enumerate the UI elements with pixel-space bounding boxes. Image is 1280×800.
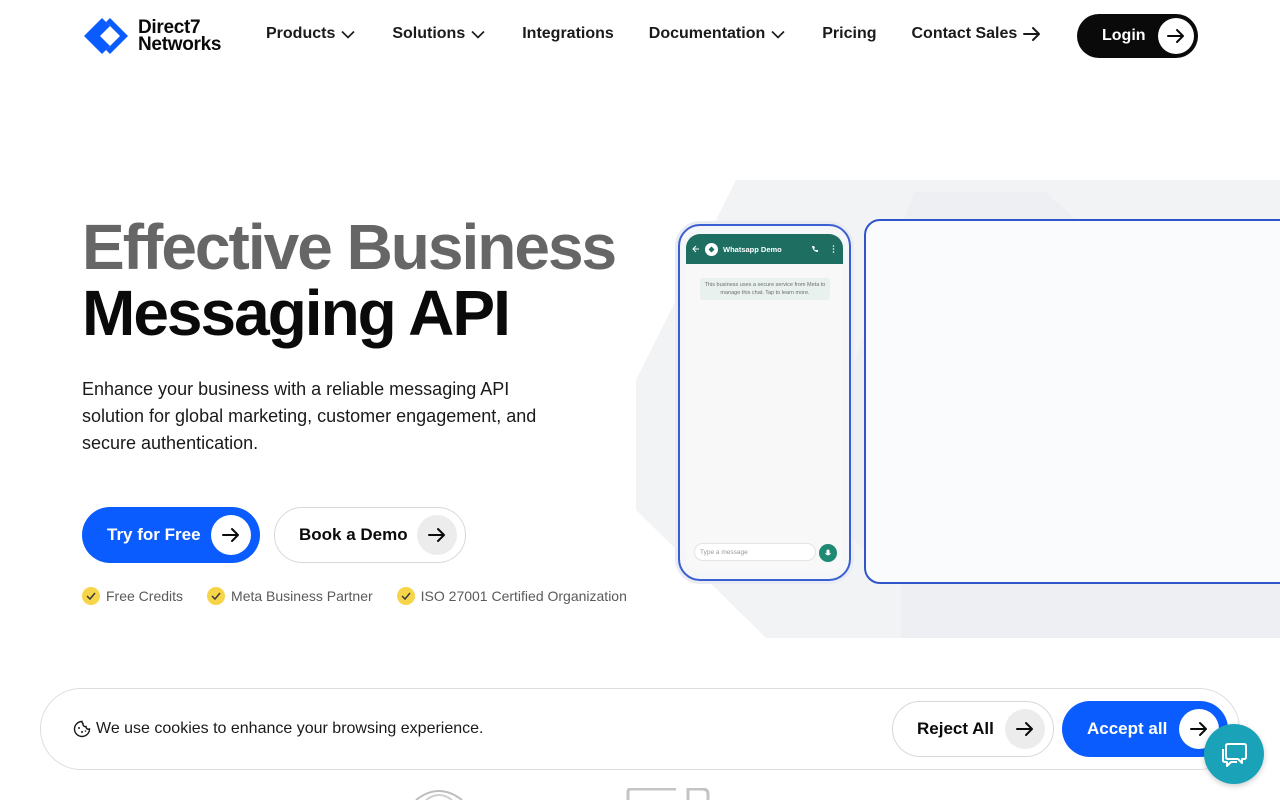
phone-call-icon [812,246,818,252]
contact-sales-label: Contact Sales [911,25,1018,42]
nav-item-label: Integrations [522,25,614,42]
brand-logo[interactable]: Direct7 Networks [82,16,221,56]
accept-all-button[interactable]: Accept all [1062,701,1228,757]
cookie-message: We use cookies to enhance your browsing … [73,720,483,738]
nav-item-documentation[interactable]: Documentation [649,25,785,43]
top-navigation: Direct7 Networks Products Solutions Inte… [0,0,1280,72]
badge-iso: ISO 27001 Certified Organization [396,587,627,605]
nav-item-label: Solutions [392,25,466,42]
partner-logo-emblem [415,790,463,800]
nav-links: Products Solutions Integrations Document… [266,25,1041,43]
brand-name: Direct7 Networks [138,18,222,55]
phone-screen: Whatsapp Demo This business uses a secur… [686,234,843,571]
hero-title: Effective Business Messaging API [82,211,617,349]
partner-logo-badge [626,788,710,800]
cookie-message-text: We use cookies to enhance your browsing … [96,720,484,737]
arrow-right-icon [1016,722,1033,736]
nav-item-pricing[interactable]: Pricing [822,25,876,43]
hero-description: Enhance your business with a reliable me… [82,379,537,453]
message-input: Type a message [694,543,816,561]
arrow-right-icon [1023,27,1041,41]
chat-icon [1222,743,1247,767]
chevron-down-icon [771,30,785,39]
hero-title-line2: Messaging API [82,277,511,349]
logo-mark-icon [84,18,128,54]
cookie-icon [73,720,91,738]
reject-all-button[interactable]: Reject All [892,701,1054,757]
dashboard-preview-panel [864,219,1280,584]
badge-label: Free Credits [106,588,184,604]
cta-arrow-circle [211,515,251,555]
whatsapp-header: Whatsapp Demo [686,234,843,264]
check-icon [396,587,415,605]
avatar [705,242,718,256]
nav-item-integrations[interactable]: Integrations [522,25,614,43]
whatsapp-chat-area: This business uses a secure service from… [686,264,843,571]
nav-item-products[interactable]: Products [266,25,355,43]
phone-mockup: Whatsapp Demo This business uses a secur… [678,224,851,581]
arrow-right-icon [428,528,445,542]
more-options-icon [832,245,835,253]
arrow-right-icon [1167,29,1184,43]
book-a-demo-button[interactable]: Book a Demo [274,507,466,563]
cookie-consent-bar: We use cookies to enhance your browsing … [40,688,1240,770]
brand-line2: Networks [138,34,222,55]
book-a-demo-label: Book a Demo [299,525,408,544]
nav-item-solutions[interactable]: Solutions [392,25,485,43]
arrow-right-icon [222,528,239,542]
input-placeholder: Type a message [700,548,748,556]
nav-item-label: Products [266,25,336,42]
hero-title-line1: Effective Business [82,211,617,283]
badge-free-credits: Free Credits [82,587,183,605]
reject-arrow-circle [1005,709,1045,749]
live-chat-button[interactable] [1204,724,1264,784]
check-icon [207,587,226,605]
login-arrow-circle [1158,18,1194,54]
chat-title: Whatsapp Demo [723,244,782,254]
arrow-right-icon [1190,722,1207,736]
login-label: Login [1102,27,1146,44]
chevron-down-icon [341,30,355,39]
try-for-free-label: Try for Free [107,525,201,544]
badge-label: ISO 27001 Certified Organization [420,588,627,604]
trust-badges: Free Credits Meta Business Partner ISO 2… [82,587,651,605]
reject-all-label: Reject All [917,719,994,738]
chevron-down-icon [471,30,485,39]
nav-item-label: Pricing [822,25,877,42]
back-arrow-icon [692,245,699,253]
badge-label: Meta Business Partner [231,588,373,604]
badge-meta-partner: Meta Business Partner [207,587,373,605]
check-icon [82,587,100,605]
nav-item-label: Documentation [648,25,766,42]
contact-sales-link[interactable]: Contact Sales [911,25,1041,43]
encryption-notice: This business uses a secure service from… [700,278,830,300]
accept-all-label: Accept all [1087,719,1168,738]
cta-arrow-circle [417,515,457,555]
try-for-free-button[interactable]: Try for Free [82,507,260,563]
login-button[interactable]: Login [1077,14,1198,58]
mic-icon [819,544,837,562]
